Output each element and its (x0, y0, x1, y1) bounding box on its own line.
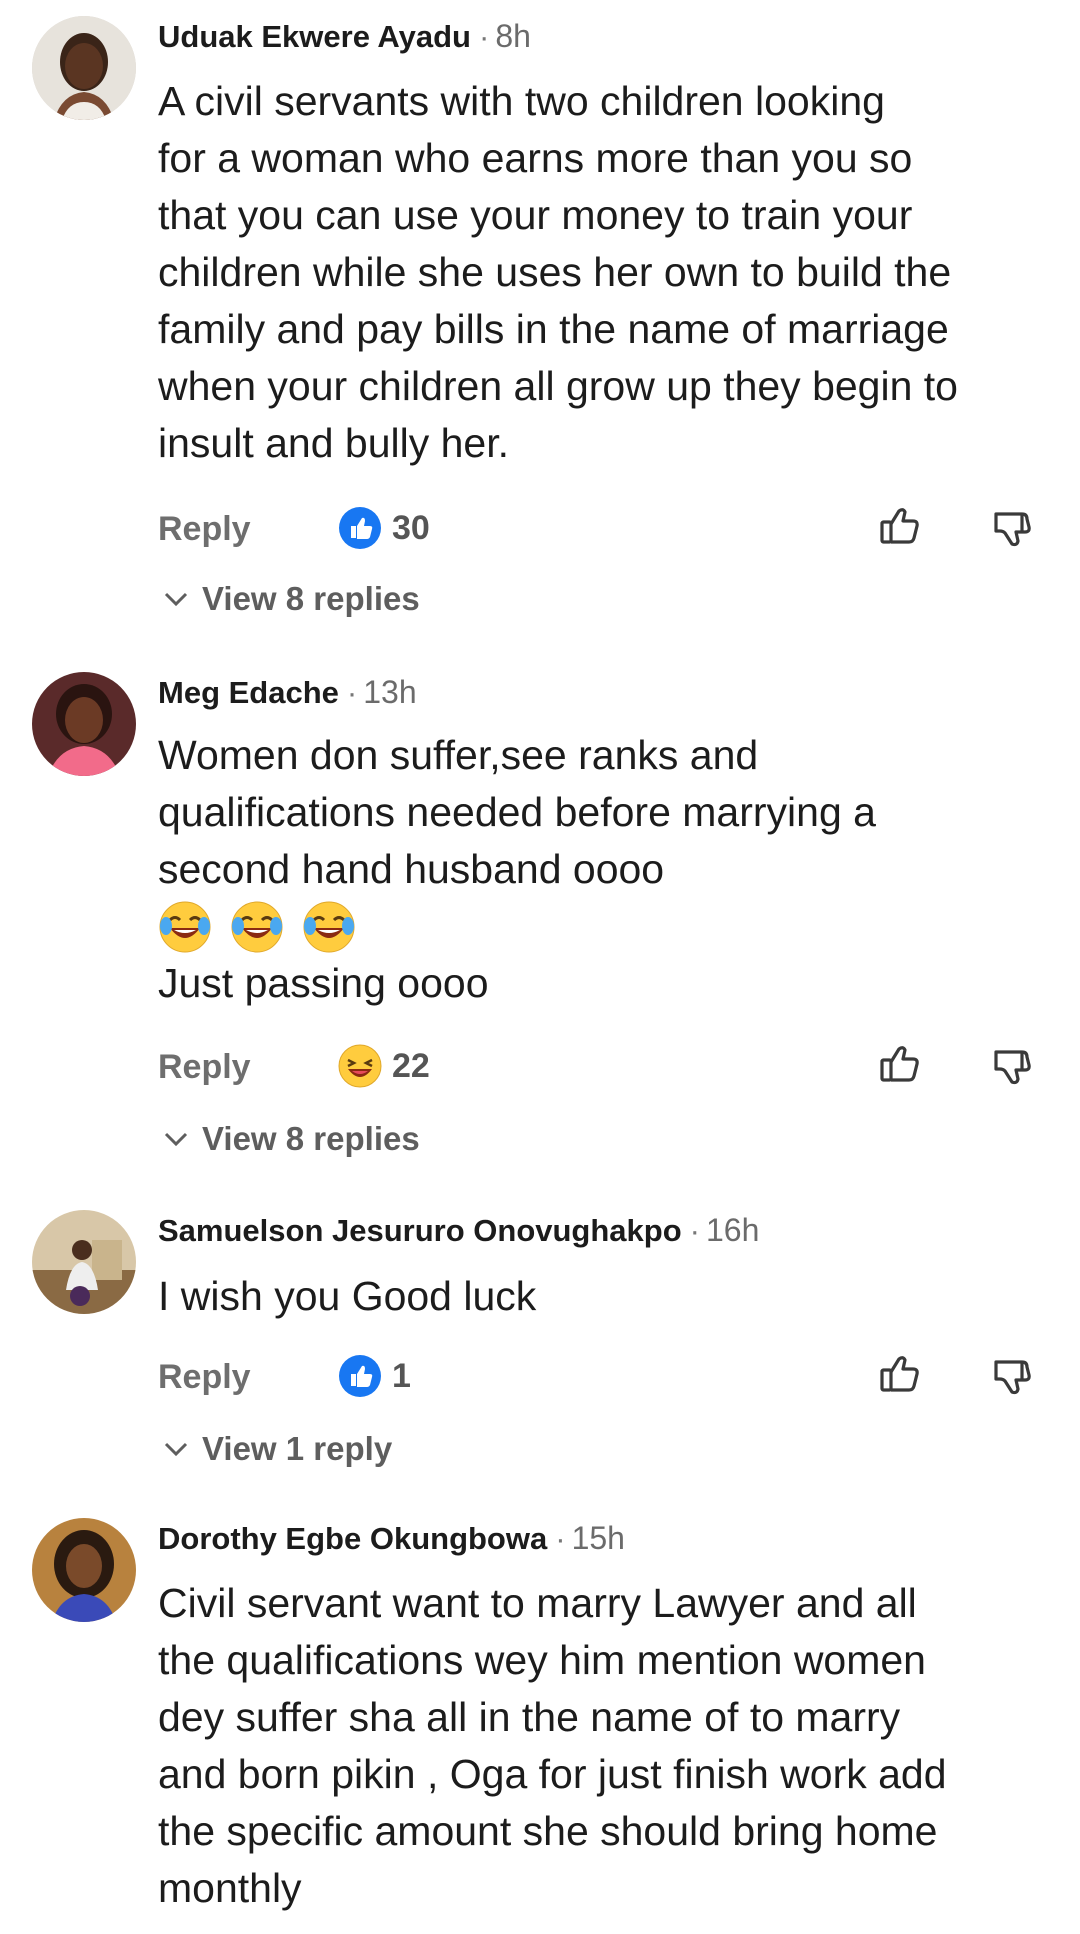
reaction-count: 22 (392, 1046, 430, 1085)
comment-line: qualifications needed before marrying a (158, 789, 876, 835)
thumbs-up-icon[interactable] (876, 1040, 924, 1088)
view-replies-link[interactable]: View 8 replies (162, 580, 420, 618)
chevron-down-icon (162, 1129, 202, 1149)
tears-of-joy-emoji (230, 900, 284, 954)
comment-body: I wish you Good luck (158, 1268, 1058, 1325)
avatar[interactable] (32, 1518, 136, 1622)
chevron-down-icon (162, 589, 202, 609)
comment-header: Dorothy Egbe Okungbowa · 15h (158, 1518, 625, 1559)
comment-line: Civil servant want to marry Lawyer and a… (158, 1580, 917, 1626)
comment-body: Women don suffer,see ranks and qualifica… (158, 727, 1058, 1012)
avatar[interactable] (32, 1210, 136, 1314)
comment-time: 16h (705, 1212, 760, 1248)
haha-reaction-icon (338, 1044, 382, 1088)
comment-line: Just passing oooo (158, 960, 489, 1006)
comment-line: the specific amount she should bring hom… (158, 1808, 938, 1854)
comment-actions: Reply 22 (158, 1040, 1038, 1096)
reaction-summary[interactable]: 1 (338, 1354, 411, 1398)
comment-actions: Reply 1 (158, 1350, 1038, 1406)
comment-actions: Reply 30 (158, 502, 1038, 558)
comment-line: that you can use your money to train you… (158, 192, 913, 238)
avatar[interactable] (32, 672, 136, 776)
tears-of-joy-emoji (158, 900, 212, 954)
separator-dot: · (689, 1213, 700, 1248)
thumbs-down-icon[interactable] (988, 506, 1036, 554)
comment-line: for a woman who earns more than you so (158, 135, 913, 181)
thumbs-up-icon[interactable] (876, 502, 924, 550)
author-name[interactable]: Dorothy Egbe Okungbowa (158, 1521, 547, 1556)
emoji-row (158, 898, 1058, 955)
reply-button[interactable]: Reply (158, 1358, 251, 1397)
separator-dot: · (478, 19, 490, 54)
comment-line: when your children all grow up they begi… (158, 363, 958, 409)
comment-line: children while she uses her own to build… (158, 249, 952, 295)
comment-time: 15h (571, 1520, 625, 1556)
comment-line: dey suffer sha all in the name of to mar… (158, 1694, 901, 1740)
avatar[interactable] (32, 16, 136, 120)
reply-button[interactable]: Reply (158, 510, 251, 549)
separator-dot: · (555, 1521, 566, 1556)
view-replies-link[interactable]: View 1 reply (162, 1430, 392, 1468)
view-replies-link[interactable]: View 8 replies (162, 1120, 420, 1158)
comment-time: 8h (495, 18, 531, 54)
comment-line: the qualifications wey him mention women (158, 1637, 926, 1683)
comment-line: insult and bully her. (158, 420, 510, 466)
like-reaction-icon (338, 1354, 382, 1398)
reply-button[interactable]: Reply (158, 1048, 251, 1087)
comment-header: Uduak Ekwere Ayadu · 8h (158, 16, 531, 57)
thumbs-down-icon[interactable] (988, 1044, 1036, 1092)
separator-dot: · (346, 675, 358, 710)
reaction-summary[interactable]: 30 (338, 506, 430, 550)
view-replies-label: View 1 reply (202, 1430, 393, 1467)
author-name[interactable]: Uduak Ekwere Ayadu (158, 19, 471, 54)
like-reaction-icon (338, 506, 382, 550)
thumbs-up-icon[interactable] (876, 1350, 924, 1398)
reaction-count: 30 (392, 508, 430, 547)
comment-header: Meg Edache · 13h (158, 672, 417, 713)
comment-line: A civil servants with two children looki… (158, 78, 885, 124)
comment-line: monthly (158, 1865, 302, 1911)
comment-header: Samuelson Jesururo Onovughakpo · 16h (158, 1210, 759, 1251)
author-name[interactable]: Meg Edache (158, 675, 339, 710)
comment-line: second hand husband oooo (158, 846, 665, 892)
comment-line: family and pay bills in the name of marr… (158, 306, 949, 352)
view-replies-label: View 8 replies (202, 580, 420, 617)
comment-time: 13h (363, 674, 417, 710)
comment-line: Women don suffer,see ranks and (158, 732, 759, 778)
thumbs-down-icon[interactable] (988, 1354, 1036, 1402)
comment-line: I wish you Good luck (158, 1273, 537, 1319)
chevron-down-icon (162, 1439, 202, 1459)
reaction-count: 1 (392, 1356, 411, 1395)
comment-line: and born pikin , Oga for just finish wor… (158, 1751, 947, 1797)
reaction-summary[interactable]: 22 (338, 1044, 430, 1088)
view-replies-label: View 8 replies (202, 1120, 420, 1157)
comment-body: A civil servants with two children looki… (158, 73, 1058, 472)
comment-body: Civil servant want to marry Lawyer and a… (158, 1575, 1058, 1917)
tears-of-joy-emoji (302, 900, 356, 954)
author-name[interactable]: Samuelson Jesururo Onovughakpo (158, 1213, 682, 1248)
